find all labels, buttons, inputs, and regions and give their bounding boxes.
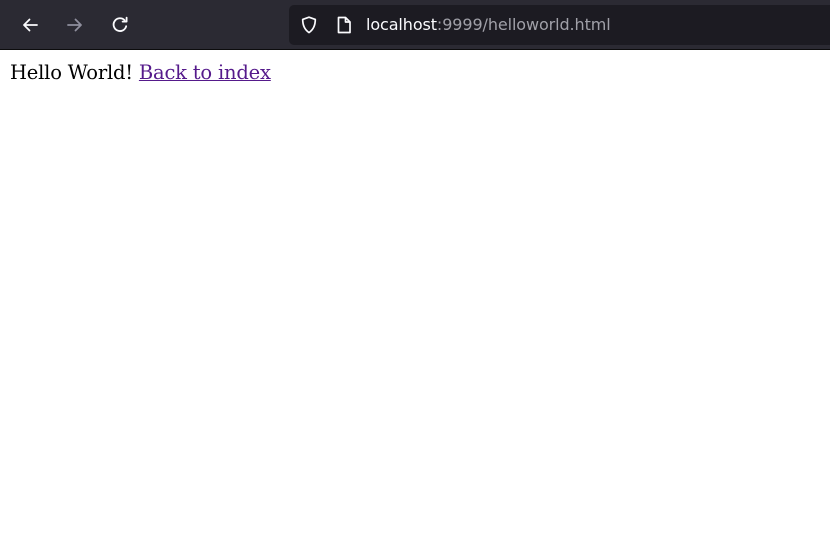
- forward-button[interactable]: [59, 9, 91, 41]
- url-text[interactable]: localhost:9999/helloworld.html: [366, 5, 611, 45]
- reload-icon: [110, 15, 130, 35]
- forward-arrow-icon: [65, 15, 85, 35]
- page-content: Hello World! Back to index: [10, 61, 271, 84]
- back-arrow-icon: [20, 15, 40, 35]
- page-icon[interactable]: [333, 5, 355, 45]
- url-path: :9999/helloworld.html: [436, 15, 611, 34]
- back-to-index-link[interactable]: Back to index: [139, 61, 271, 84]
- address-bar[interactable]: localhost:9999/helloworld.html: [289, 5, 830, 45]
- back-button[interactable]: [14, 9, 46, 41]
- greeting-text: Hello World!: [10, 61, 133, 84]
- browser-toolbar: localhost:9999/helloworld.html: [0, 0, 830, 50]
- shield-icon[interactable]: [298, 5, 320, 45]
- reload-button[interactable]: [104, 9, 136, 41]
- url-host: localhost: [366, 15, 437, 34]
